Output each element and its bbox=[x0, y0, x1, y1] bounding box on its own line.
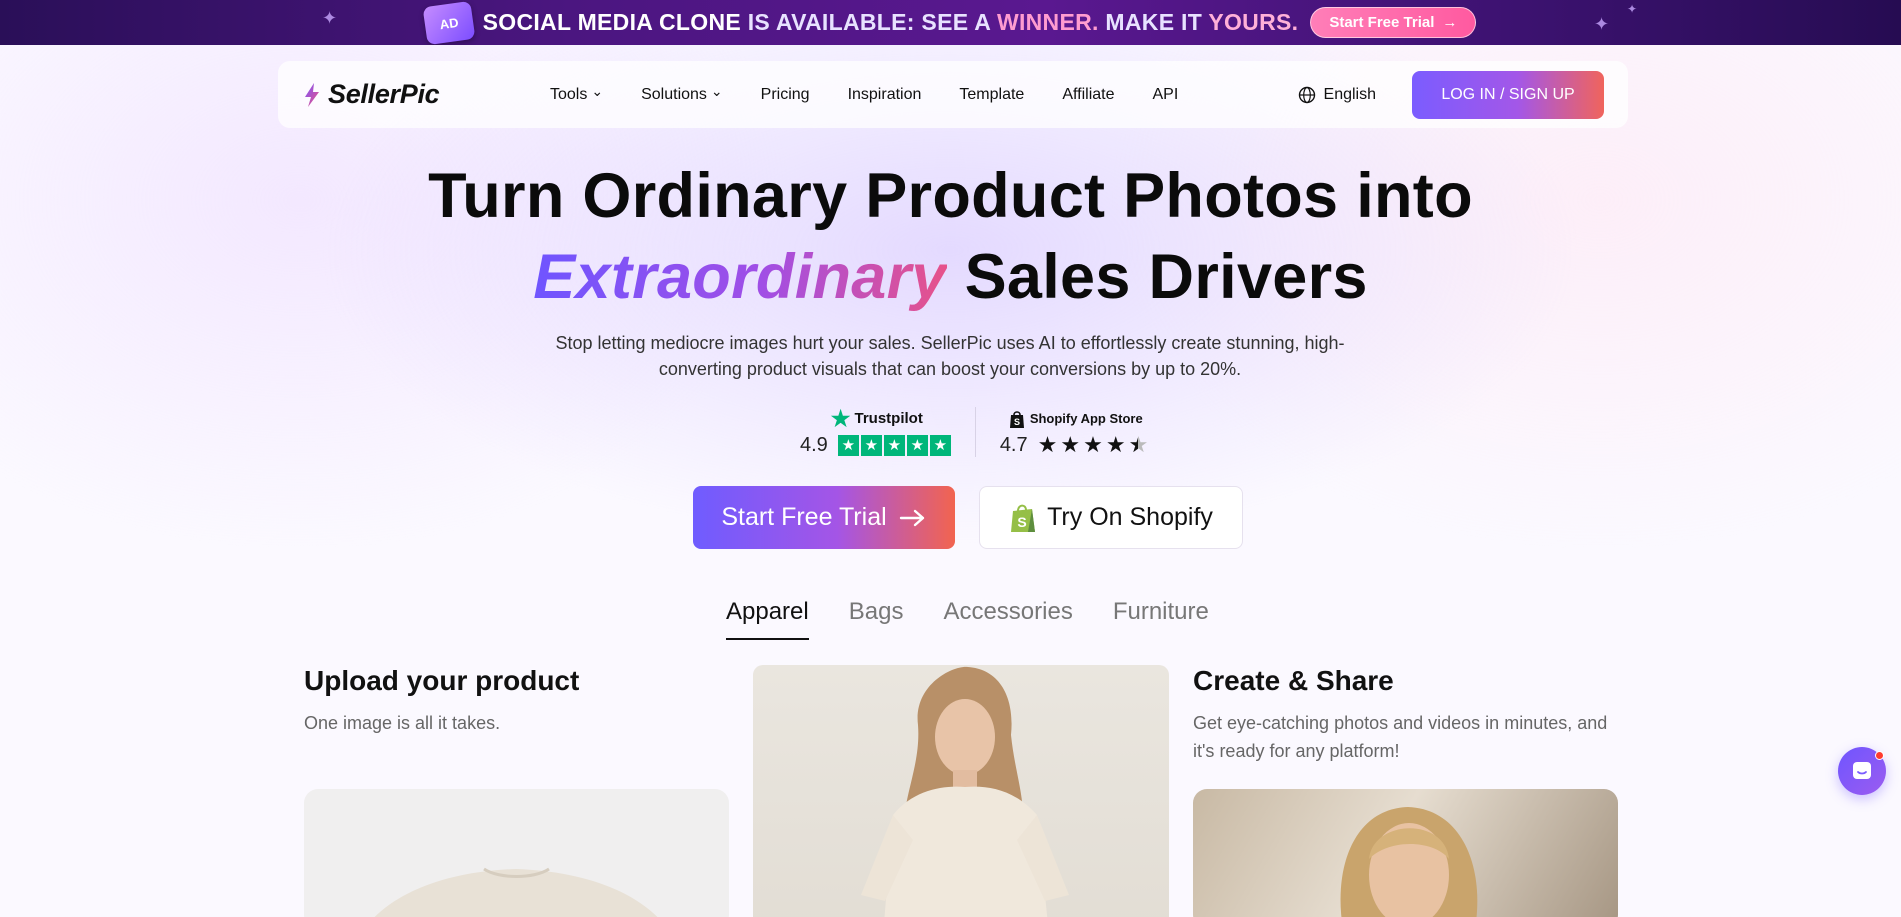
nav-item-pricing[interactable]: Pricing bbox=[742, 86, 829, 104]
star-icon: ★ bbox=[1083, 432, 1103, 457]
trustpilot-rating[interactable]: ★ Trustpilot 4.9 ★ ★ ★ ★ ★ bbox=[800, 405, 951, 457]
login-signup-button[interactable]: LOG IN / SIGN UP bbox=[1412, 70, 1604, 119]
upload-product-image bbox=[304, 789, 729, 917]
notification-dot bbox=[1875, 751, 1884, 760]
sweater-product-image bbox=[374, 867, 658, 917]
sparkle-icon: ✦ bbox=[322, 8, 338, 28]
shopify-bag-icon: S bbox=[1009, 410, 1024, 428]
shopify-rating[interactable]: S Shopify App Store 4.7 ★ ★ ★ ★ ★★ bbox=[1000, 408, 1148, 457]
try-on-shopify-button[interactable]: S Try On Shopify bbox=[979, 486, 1243, 549]
create-share-image bbox=[1193, 789, 1618, 917]
create-share-step-title: Create & Share bbox=[1193, 665, 1394, 696]
ad-badge-icon: AD bbox=[422, 0, 476, 45]
half-star-icon: ★★ bbox=[1128, 432, 1149, 457]
main-navbar: SellerPic Tools ⌄ Solutions ⌄ Pricing Insp… bbox=[278, 61, 1628, 128]
nav-item-template[interactable]: Template bbox=[940, 86, 1043, 104]
sparkle-icon: ✦ bbox=[1627, 2, 1638, 16]
shopify-stars: ★ ★ ★ ★ ★★ bbox=[1038, 434, 1149, 456]
star-icon: ★ bbox=[837, 434, 859, 456]
nav-links: Tools ⌄ Solutions ⌄ Pricing Inspiration Te… bbox=[550, 83, 1198, 104]
arrow-right-icon bbox=[899, 509, 924, 526]
svg-text:S: S bbox=[1017, 514, 1026, 530]
hero-title-accent: Extraordinary bbox=[533, 242, 947, 312]
tab-furniture[interactable]: Furniture bbox=[1113, 598, 1209, 640]
sellerpic-logo[interactable]: SellerPic bbox=[302, 79, 472, 110]
tab-accessories[interactable]: Accessories bbox=[943, 598, 1072, 640]
star-icon: ★ bbox=[1105, 432, 1126, 457]
tab-bags[interactable]: Bags bbox=[849, 598, 904, 640]
nav-item-api[interactable]: API bbox=[1134, 86, 1198, 104]
lightning-logo-icon bbox=[305, 82, 319, 107]
star-icon: ★ bbox=[929, 434, 951, 456]
nav-item-solutions[interactable]: Solutions ⌄ bbox=[622, 83, 742, 104]
star-icon: ★ bbox=[1060, 432, 1081, 457]
nav-item-inspiration[interactable]: Inspiration bbox=[829, 86, 941, 104]
chat-support-button[interactable] bbox=[1838, 747, 1886, 795]
globe-icon bbox=[1298, 86, 1315, 103]
ratings-bar: ★ Trustpilot 4.9 ★ ★ ★ ★ ★ S Shopify App… bbox=[800, 407, 1148, 457]
trustpilot-star-icon: ★ bbox=[830, 405, 851, 431]
upload-step-desc: One image is all it takes. bbox=[304, 713, 501, 733]
category-tabs: Apparel Bags Accessories Furniture bbox=[726, 598, 1209, 640]
star-icon: ★ bbox=[906, 434, 928, 456]
model-photo bbox=[861, 666, 1069, 917]
hero-title-line2: Extraordinary Sales Drivers bbox=[533, 242, 1368, 312]
model-portrait-photo bbox=[1340, 807, 1478, 917]
create-share-step-desc: Get eye-catching photos and videos in mi… bbox=[1193, 713, 1608, 761]
arrow-right-icon: → bbox=[1442, 14, 1458, 31]
trustpilot-score: 4.9 bbox=[800, 433, 828, 456]
model-apparel-image bbox=[753, 665, 1169, 917]
upload-step-title: Upload your product bbox=[304, 665, 580, 696]
start-free-trial-button[interactable]: Start Free Trial bbox=[693, 486, 955, 549]
nav-item-affiliate[interactable]: Affiliate bbox=[1043, 86, 1133, 104]
promo-banner[interactable]: ✦ ✦ ✦ AD SOCIAL MEDIA CLONE IS AVAILABLE… bbox=[0, 0, 1901, 45]
language-selector[interactable]: English bbox=[1298, 86, 1376, 104]
promo-headline: SOCIAL MEDIA CLONE IS AVAILABLE: SEE A W… bbox=[482, 9, 1299, 35]
rating-divider bbox=[974, 407, 976, 457]
trustpilot-stars: ★ ★ ★ ★ ★ bbox=[837, 434, 951, 456]
nav-item-tools[interactable]: Tools ⌄ bbox=[550, 83, 622, 104]
hero-title-line1: Turn Ordinary Product Photos into bbox=[428, 161, 1473, 231]
chevron-down-icon: ⌄ bbox=[591, 83, 604, 99]
tab-apparel[interactable]: Apparel bbox=[726, 598, 809, 640]
star-icon: ★ bbox=[860, 434, 882, 456]
chevron-down-icon: ⌄ bbox=[710, 83, 723, 99]
hero-subtitle: Stop letting mediocre images hurt your s… bbox=[555, 333, 1345, 379]
star-icon: ★ bbox=[1037, 432, 1058, 457]
svg-text:S: S bbox=[1014, 417, 1020, 427]
chat-icon bbox=[1853, 762, 1871, 779]
shopify-score: 4.7 bbox=[999, 433, 1028, 456]
shopify-logo-icon: S bbox=[1011, 504, 1036, 532]
promo-start-trial-button[interactable]: Start Free Trial → bbox=[1310, 7, 1477, 38]
star-icon: ★ bbox=[883, 434, 905, 456]
sparkle-icon: ✦ bbox=[1594, 14, 1610, 34]
